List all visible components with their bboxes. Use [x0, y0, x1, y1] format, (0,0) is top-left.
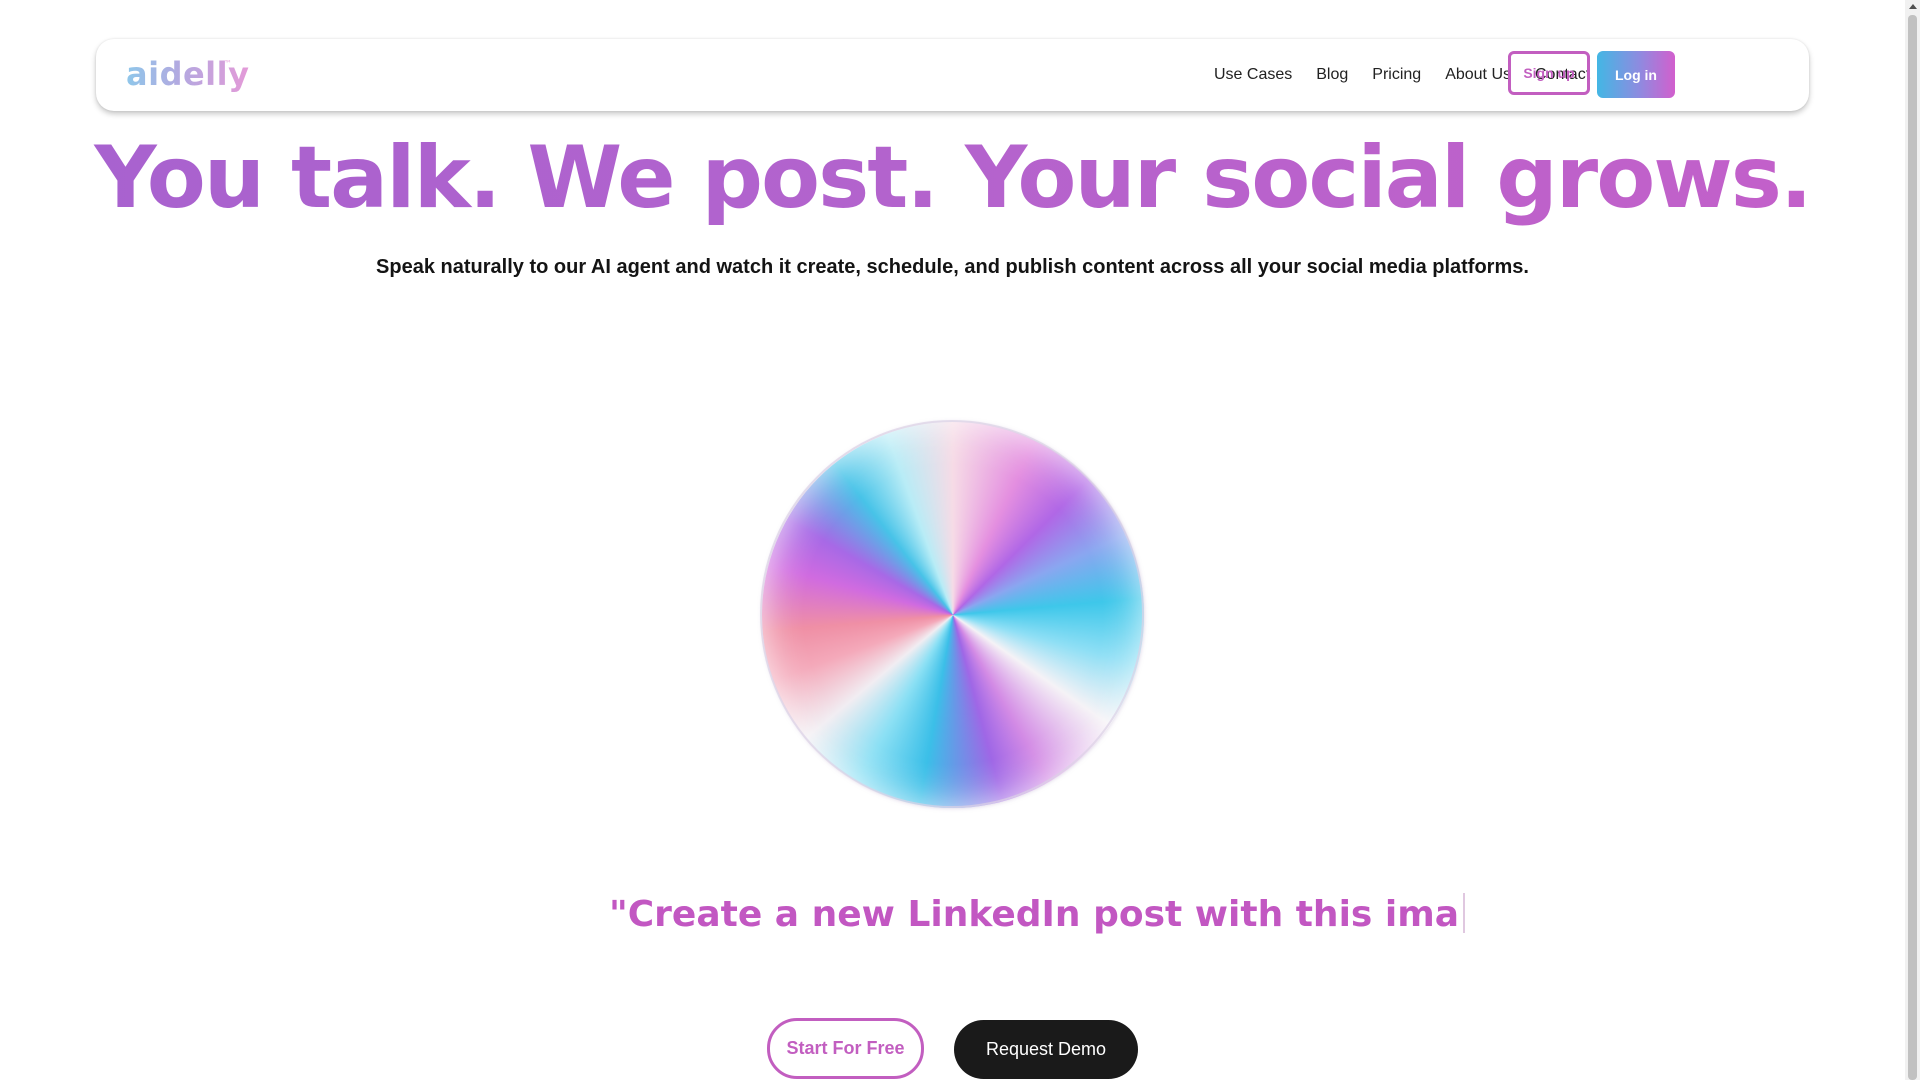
trademark-mark: ™ [224, 59, 232, 68]
sign-up-button[interactable]: Sign up [1508, 51, 1590, 95]
request-demo-button[interactable]: Request Demo [954, 1020, 1138, 1079]
hero-title: You talk. We post. Your social grows. [0, 128, 1905, 228]
scroll-up-arrow-icon[interactable] [1909, 4, 1917, 9]
nav-link-about-us[interactable]: About Us [1445, 66, 1511, 84]
typed-prompt-text: "Create a new LinkedIn post with this im… [609, 894, 1460, 935]
log-in-button[interactable]: Log in [1597, 51, 1675, 98]
typed-prompt: "Create a new LinkedIn post with this im… [609, 893, 1466, 935]
nav-link-use-cases[interactable]: Use Cases [1214, 66, 1292, 84]
navbar: aidelly ™ Use Cases Blog Pricing About U… [96, 39, 1809, 111]
start-for-free-button[interactable]: Start For Free [767, 1018, 924, 1079]
nav-link-blog[interactable]: Blog [1316, 66, 1348, 84]
scrollbar-thumb[interactable] [1908, 15, 1917, 1080]
orb-edge [760, 420, 1144, 808]
landing-page: aidelly ™ Use Cases Blog Pricing About U… [0, 0, 1920, 1080]
text-caret [1463, 893, 1466, 933]
hero-subtitle: Speak naturally to our AI agent and watc… [376, 256, 1529, 278]
nav-link-pricing[interactable]: Pricing [1372, 66, 1421, 84]
